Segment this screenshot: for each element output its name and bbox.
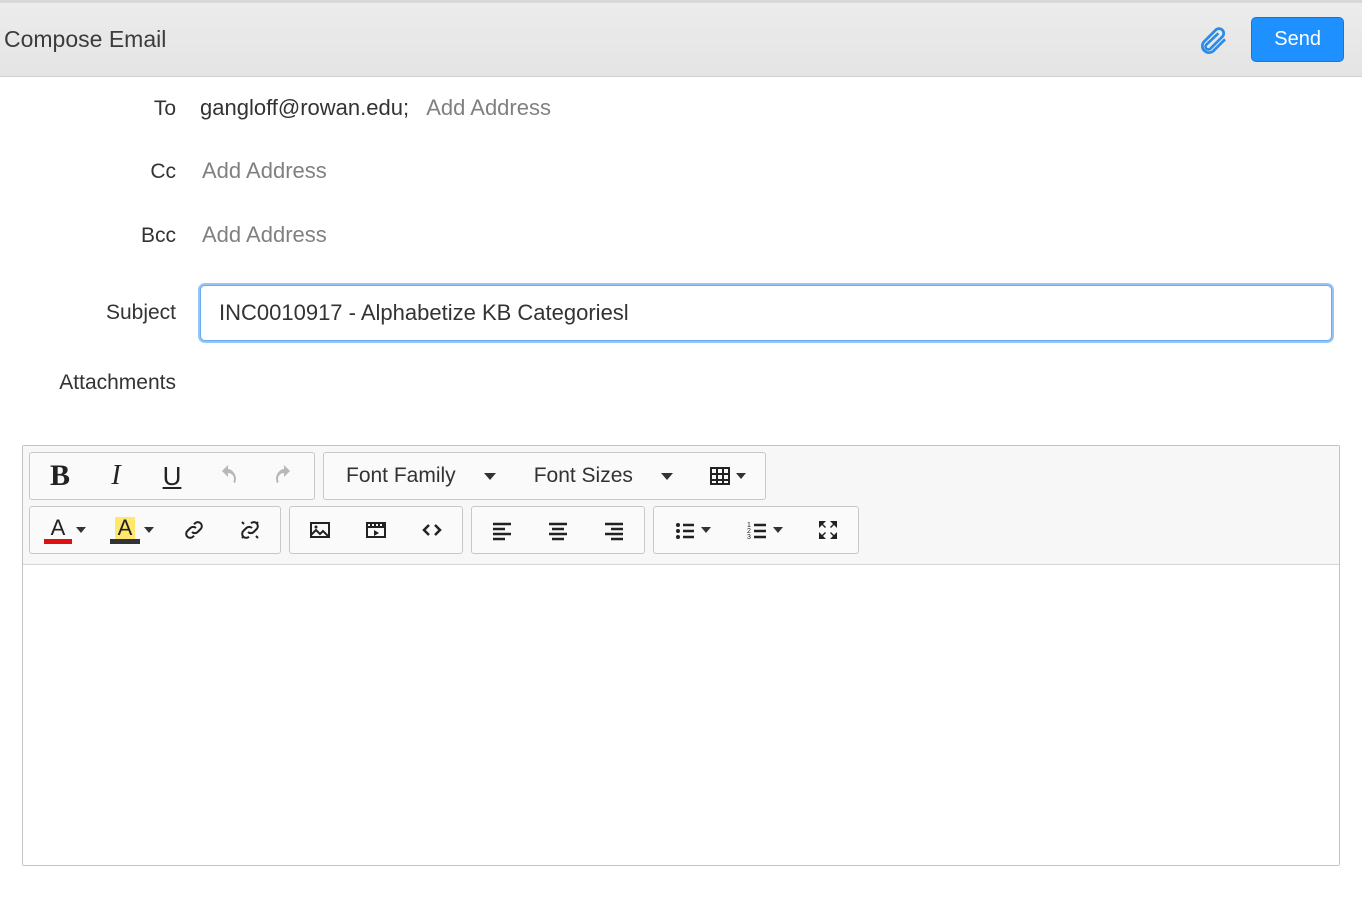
- attach-button[interactable]: [1187, 18, 1239, 62]
- link-icon: [182, 518, 206, 542]
- list-group: 123: [653, 506, 859, 554]
- editor-toolbars: B I U Font Family Font Sizes: [23, 446, 1339, 565]
- italic-button[interactable]: I: [88, 455, 144, 497]
- cc-label: Cc: [0, 160, 200, 184]
- image-icon: [308, 518, 332, 542]
- align-center-button[interactable]: [530, 509, 586, 551]
- compose-header: Compose Email Send: [0, 0, 1362, 77]
- remove-link-button[interactable]: [222, 509, 278, 551]
- cc-row: Cc: [0, 157, 1332, 185]
- subject-input[interactable]: [200, 285, 1332, 341]
- attachments-label: Attachments: [0, 371, 200, 395]
- editor-body[interactable]: [23, 565, 1339, 865]
- highlight-color-button[interactable]: A: [98, 509, 166, 551]
- redo-icon: [272, 464, 296, 488]
- font-sizes-label: Font Sizes: [534, 464, 633, 488]
- text-color-icon: A: [44, 517, 72, 544]
- bcc-input[interactable]: [200, 221, 879, 249]
- insert-image-button[interactable]: [292, 509, 348, 551]
- send-button[interactable]: Send: [1251, 17, 1344, 62]
- font-sizes-dropdown[interactable]: Font Sizes: [514, 455, 691, 497]
- align-left-icon: [490, 518, 514, 542]
- attachments-row: Attachments: [0, 371, 1332, 395]
- numbered-list-button[interactable]: 123: [728, 509, 800, 551]
- align-group: [471, 506, 645, 554]
- redo-button[interactable]: [256, 455, 312, 497]
- bullet-list-button[interactable]: [656, 509, 728, 551]
- caret-down-icon: [661, 473, 673, 480]
- code-icon: [420, 518, 444, 542]
- caret-down-icon: [773, 527, 783, 533]
- font-family-dropdown[interactable]: Font Family: [326, 455, 514, 497]
- media-group: [289, 506, 463, 554]
- to-chip[interactable]: gangloff@rowan.edu;: [200, 95, 409, 120]
- compose-title: Compose Email: [4, 26, 1187, 53]
- format-group: B I U: [29, 452, 315, 500]
- bullet-list-icon: [673, 518, 697, 542]
- subject-label: Subject: [0, 301, 200, 325]
- fullscreen-icon: [816, 518, 840, 542]
- svg-text:3: 3: [747, 534, 751, 541]
- bcc-row: Bcc: [0, 221, 1332, 249]
- cc-input[interactable]: [200, 157, 879, 185]
- highlight-icon: A: [110, 517, 140, 544]
- caret-down-icon: [736, 473, 746, 479]
- rich-text-editor: B I U Font Family Font Sizes: [22, 445, 1340, 866]
- subject-field: [200, 285, 1332, 341]
- toolbar-row-2: A A: [29, 506, 1333, 554]
- caret-down-icon: [484, 473, 496, 480]
- table-button[interactable]: [691, 455, 763, 497]
- align-left-button[interactable]: [474, 509, 530, 551]
- paperclip-icon: [1197, 24, 1229, 56]
- font-group: Font Family Font Sizes: [323, 452, 766, 500]
- toolbar-row-1: B I U Font Family Font Sizes: [29, 452, 1333, 500]
- to-row: To gangloff@rowan.edu; Add Address: [0, 95, 1332, 121]
- underline-button[interactable]: U: [144, 455, 200, 497]
- bcc-field[interactable]: [200, 221, 1332, 249]
- numbered-list-icon: 123: [745, 518, 769, 542]
- align-center-icon: [546, 518, 570, 542]
- unlink-icon: [238, 518, 262, 542]
- video-icon: [364, 518, 388, 542]
- fullscreen-button[interactable]: [800, 509, 856, 551]
- bold-button[interactable]: B: [32, 455, 88, 497]
- align-right-button[interactable]: [586, 509, 642, 551]
- to-label: To: [0, 97, 200, 121]
- table-icon: [708, 464, 732, 488]
- caret-down-icon: [76, 527, 86, 533]
- caret-down-icon: [701, 527, 711, 533]
- subject-row: Subject: [0, 285, 1332, 341]
- align-right-icon: [602, 518, 626, 542]
- font-family-label: Font Family: [346, 464, 456, 488]
- color-link-group: A A: [29, 506, 281, 554]
- insert-video-button[interactable]: [348, 509, 404, 551]
- insert-code-button[interactable]: [404, 509, 460, 551]
- undo-button[interactable]: [200, 455, 256, 497]
- bcc-label: Bcc: [0, 224, 200, 248]
- cc-field[interactable]: [200, 157, 1332, 185]
- text-color-button[interactable]: A: [32, 509, 98, 551]
- insert-link-button[interactable]: [166, 509, 222, 551]
- to-field[interactable]: gangloff@rowan.edu; Add Address: [200, 95, 1332, 121]
- compose-form: To gangloff@rowan.edu; Add Address Cc Bc…: [0, 77, 1362, 417]
- caret-down-icon: [144, 527, 154, 533]
- undo-icon: [216, 464, 240, 488]
- to-add-placeholder: Add Address: [426, 95, 551, 120]
